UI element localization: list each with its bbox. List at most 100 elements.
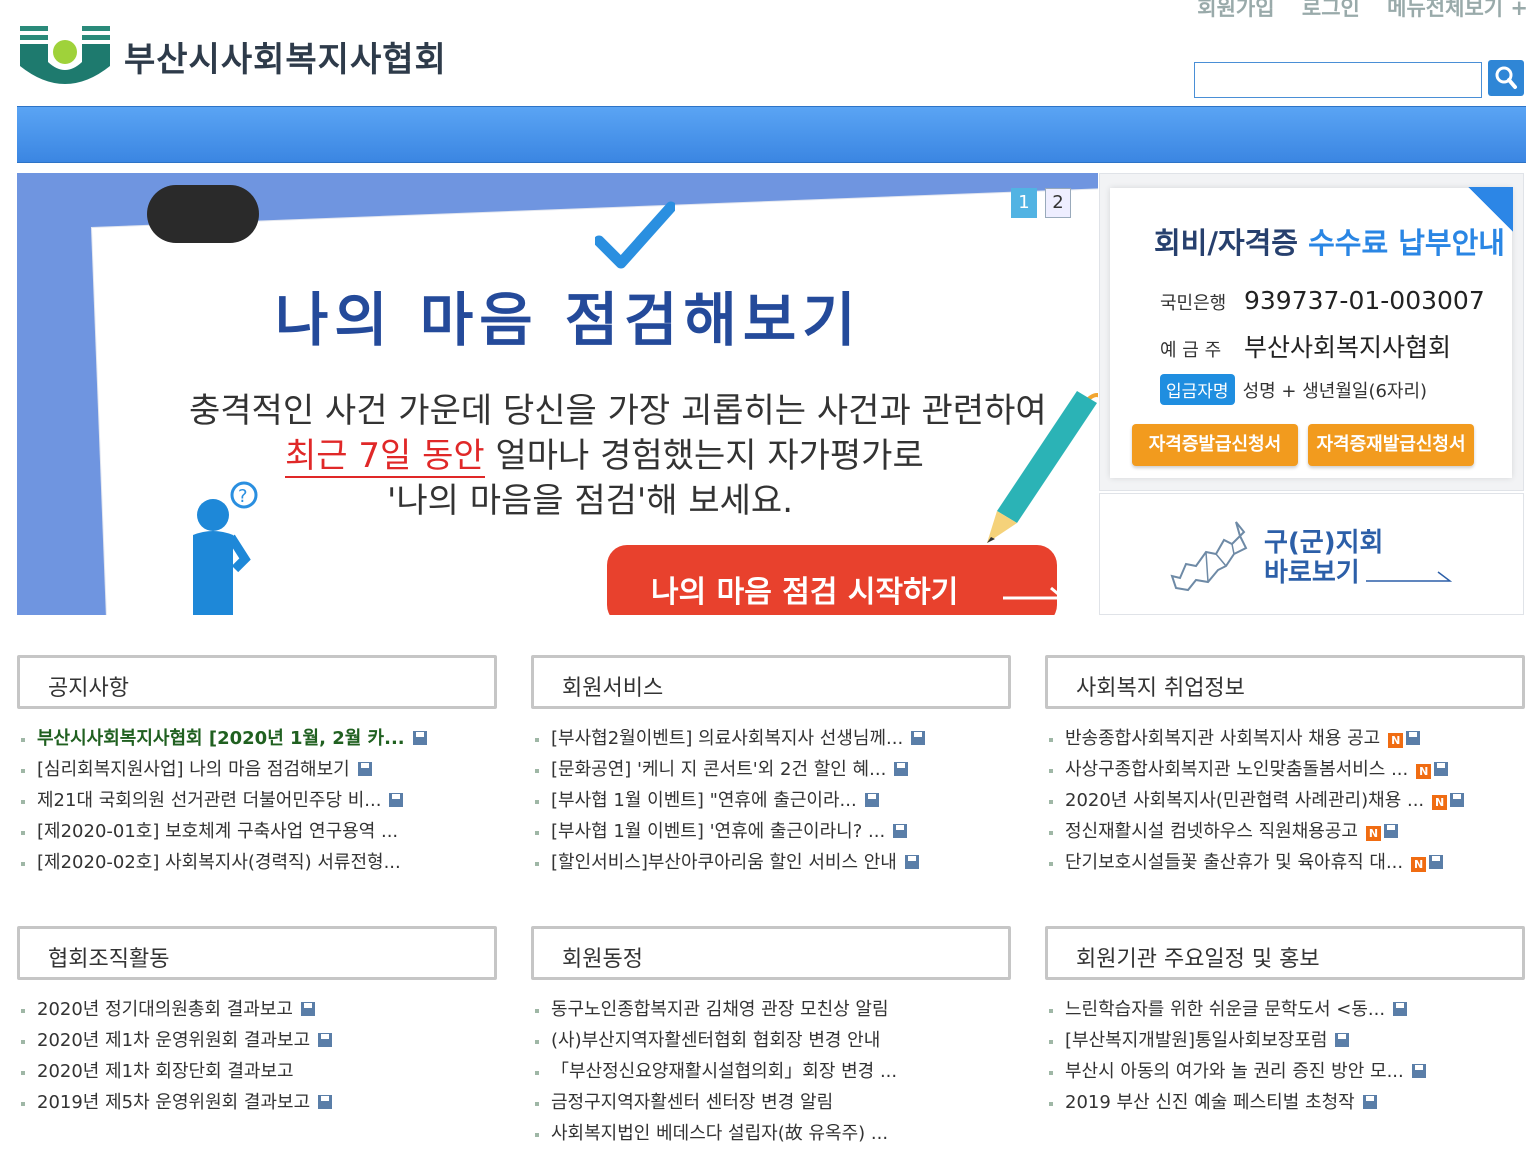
attachment-icon <box>1429 855 1444 869</box>
pen-icon <box>987 391 1098 543</box>
list-item[interactable]: 금정구지역자활센터 센터장 변경 알림 <box>531 1087 1011 1118</box>
fee-card: 회비/자격증 수수료 납부안내 국민은행 939737-01-003007 예 금… <box>1110 187 1513 478</box>
list-item-title: 정신재활시설 컴넷하우스 직원채용공고 <box>1065 821 1358 842</box>
events-title[interactable]: 회원기관 주요일정 및 홍보 <box>1045 926 1525 980</box>
branch-shortcut[interactable]: 구(군)지회 바로보기 <box>1099 493 1524 615</box>
attachment-icon <box>318 1095 333 1109</box>
list-item-title: 2020년 정기대의원총회 결과보고 <box>37 999 293 1020</box>
list-item[interactable]: [부사협 1월 이벤트] '연휴에 출근이라니? ... <box>531 816 1011 847</box>
list-item[interactable]: [부사협2월이벤트] 의료사회복지사 선생님께... <box>531 723 1011 754</box>
fee-payment-panel: 회비/자격증 수수료 납부안내 국민은행 939737-01-003007 예 금… <box>1099 173 1524 491</box>
list-item[interactable]: [할인서비스]부산아쿠아리움 할인 서비스 안내 <box>531 847 1011 878</box>
attachment-icon <box>1335 1033 1350 1047</box>
search-button[interactable] <box>1488 60 1524 96</box>
site-logo[interactable]: 부산시사회복지사협회 <box>20 22 500 88</box>
attachment-icon <box>300 1002 315 1016</box>
member-news-title[interactable]: 회원동정 <box>531 926 1011 980</box>
list-item[interactable]: 2020년 사회복지사(민관협력 사례관리)채용 ... N <box>1045 785 1525 816</box>
attachment-icon <box>1411 1064 1426 1078</box>
member-news-list: 동구노인종합복지관 김채영 관장 모친상 알림 (사)부산지역자활센터협회 협회장… <box>531 994 1011 1149</box>
license-reissue-form-button[interactable]: 자격증재발급신청서 <box>1308 424 1474 466</box>
fee-title-b: 수수료 납부안내 <box>1308 226 1505 260</box>
list-item[interactable]: 정신재활시설 컴넷하우스 직원채용공고 N <box>1045 816 1525 847</box>
list-item-title: [부사협2월이벤트] 의료사회복지사 선생님께... <box>551 728 904 749</box>
license-issue-form-button[interactable]: 자격증발급신청서 <box>1132 424 1298 466</box>
jobs-title[interactable]: 사회복지 취업정보 <box>1045 655 1525 709</box>
member-news-board: 회원동정 동구노인종합복지관 김채영 관장 모친상 알림 (사)부산지역자활센터협… <box>531 926 1011 1149</box>
list-item-title: 부산시사회복지사협회 [2020년 1월, 2월 카... <box>37 728 405 749</box>
list-item-title: 반송종합사회복지관 사회복지사 채용 공고 <box>1065 728 1381 749</box>
list-item[interactable]: 동구노인종합복지관 김채영 관장 모친상 알림 <box>531 994 1011 1025</box>
holder-label: 예 금 주 <box>1160 340 1222 361</box>
list-item-title: 사상구종합사회복지관 노인맞춤돌봄서비스 ... <box>1065 759 1409 780</box>
list-item[interactable]: 부산시 아동의 여가와 놀 권리 증진 방안 모... <box>1045 1056 1525 1087</box>
list-item[interactable]: [제2020-02호] 사회복지사(경력직) 서류전형... <box>17 847 497 878</box>
holder-row: 예 금 주 부산사회복지사협회 <box>1160 328 1451 364</box>
list-item-title: [부산복지개발원]통일사회보장포럼 <box>1065 1030 1328 1051</box>
list-item[interactable]: 사상구종합사회복지관 노인맞춤돌봄서비스 ... N <box>1045 754 1525 785</box>
list-item[interactable]: 단기보호시설들꽃 출산휴가 및 육아휴직 대... N <box>1045 847 1525 878</box>
attachment-icon <box>1362 1095 1377 1109</box>
attachment-icon <box>1434 762 1449 776</box>
arrow-right-icon <box>1366 571 1452 582</box>
list-item[interactable]: [부사협 1월 이벤트] "연휴에 출근이라... <box>531 785 1011 816</box>
list-item[interactable]: 2019년 제5차 운영위원회 결과보고 <box>17 1087 497 1118</box>
branch-line-1: 구(군)지회 <box>1264 528 1384 558</box>
list-item[interactable]: [심리회복지원사업] 나의 마음 점검해보기 <box>17 754 497 785</box>
list-item[interactable]: 「부산정신요양재활시설협의회」회장 변경 ... <box>531 1056 1011 1087</box>
attachment-icon <box>1406 731 1421 745</box>
list-item[interactable]: [제2020-01호] 보호체계 구축사업 연구용역 ... <box>17 816 497 847</box>
list-item-title: 2020년 제1차 운영위원회 결과보고 <box>37 1030 311 1051</box>
top-links: 회원가입 로그인 메뉴전체보기 + <box>1177 0 1528 22</box>
list-item[interactable]: [문화공연] '케니 지 콘서트'외 2건 할인 혜... <box>531 754 1011 785</box>
depositor-format: 성명 + 생년월일(6자리) <box>1242 381 1428 402</box>
logo-text: 부산시사회복지사협회 <box>124 40 447 80</box>
list-item[interactable]: 2020년 제1차 회장단회 결과보고 <box>17 1056 497 1087</box>
member-service-title[interactable]: 회원서비스 <box>531 655 1011 709</box>
list-item[interactable]: 사회복지법인 베데스다 설립자(故 유옥주) ... <box>531 1118 1011 1149</box>
login-link[interactable]: 로그인 <box>1302 0 1360 20</box>
pager-page-2[interactable]: 2 <box>1045 188 1071 218</box>
new-badge-icon: N <box>1411 857 1427 872</box>
new-badge-icon: N <box>1388 733 1404 748</box>
list-item[interactable]: 2019 부산 신진 예술 페스티벌 초청작 <box>1045 1087 1525 1118</box>
list-item[interactable]: 제21대 국회의원 선거관련 더불어민주당 비... <box>17 785 497 816</box>
search-input[interactable] <box>1194 62 1482 98</box>
notice-title[interactable]: 공지사항 <box>17 655 497 709</box>
main-banner[interactable]: 나의 마음 점검해보기 충격적인 사건 가운데 당신을 가장 괴롭히는 사건과 … <box>17 173 1098 615</box>
list-item[interactable]: [부산복지개발원]통일사회보장포럼 <box>1045 1025 1525 1056</box>
banner-start-button[interactable]: 나의 마음 점검 시작하기 <box>607 545 1067 615</box>
list-item-title: [심리회복지원사업] 나의 마음 점검해보기 <box>37 759 350 780</box>
list-item-title: [제2020-01호] 보호체계 구축사업 연구용역 ... <box>37 821 399 842</box>
thinking-person-icon: ? <box>193 481 258 615</box>
list-item[interactable]: 2020년 제1차 운영위원회 결과보고 <box>17 1025 497 1056</box>
list-item-title: [할인서비스]부산아쿠아리움 할인 서비스 안내 <box>551 852 897 873</box>
list-item-title: 2019년 제5차 운영위원회 결과보고 <box>37 1092 311 1113</box>
list-item-title: [문화공연] '케니 지 콘서트'외 2건 할인 혜... <box>551 759 887 780</box>
search-icon <box>1495 66 1517 89</box>
list-item[interactable]: 부산시사회복지사협회 [2020년 1월, 2월 카... <box>17 723 497 754</box>
member-service-list: [부사협2월이벤트] 의료사회복지사 선생님께... [문화공연] '케니 지 콘… <box>531 723 1011 878</box>
attachment-icon <box>904 855 919 869</box>
jobs-board: 사회복지 취업정보 반송종합사회복지관 사회복지사 채용 공고 N 사상구종합사회복… <box>1045 655 1525 878</box>
list-item[interactable]: 느린학습자를 위한 쉬운글 문학도서 <동... <box>1045 994 1525 1025</box>
list-item-title: [제2020-02호] 사회복지사(경력직) 서류전형... <box>37 852 401 873</box>
list-item[interactable]: (사)부산지역자활센터협회 협회장 변경 안내 <box>531 1025 1011 1056</box>
org-activity-title[interactable]: 협회조직활동 <box>17 926 497 980</box>
list-item-title: 느린학습자를 위한 쉬운글 문학도서 <동... <box>1065 999 1386 1020</box>
attachment-icon <box>864 793 879 807</box>
banner-highlight: 최근 7일 동안 <box>285 436 485 478</box>
list-item[interactable]: 반송종합사회복지관 사회복지사 채용 공고 N <box>1045 723 1525 754</box>
pager-page-1[interactable]: 1 <box>1011 188 1037 218</box>
new-badge-icon: N <box>1365 826 1381 841</box>
busan-map-icon <box>1170 521 1248 592</box>
join-link[interactable]: 회원가입 <box>1197 0 1274 20</box>
attachment-icon <box>1383 824 1398 838</box>
list-item[interactable]: 2020년 정기대의원총회 결과보고 <box>17 994 497 1025</box>
main-nav-bar[interactable] <box>17 106 1526 163</box>
notice-list: 부산시사회복지사협회 [2020년 1월, 2월 카... [심리회복지원사업] … <box>17 723 497 878</box>
list-item-title: 부산시 아동의 여가와 놀 권리 증진 방안 모... <box>1065 1061 1404 1082</box>
full-menu-link[interactable]: 메뉴전체보기 + <box>1387 0 1528 20</box>
attachment-icon <box>318 1033 333 1047</box>
banner-line-1: 충격적인 사건 가운데 당신을 가장 괴롭히는 사건과 관련하여 <box>189 391 1047 431</box>
